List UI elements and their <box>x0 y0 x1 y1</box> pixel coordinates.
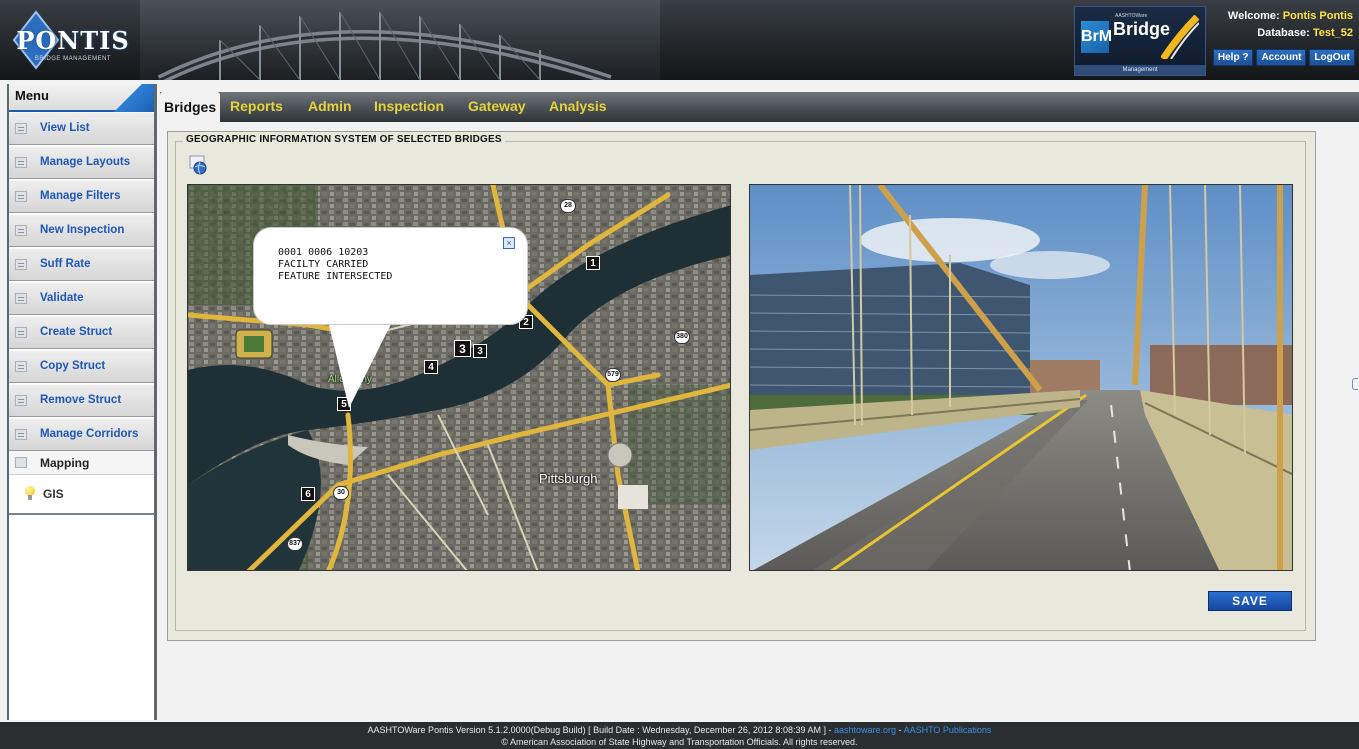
database-name: Test_52 <box>1312 27 1353 39</box>
gis-title: GEOGRAPHIC INFORMATION SYSTEM OF SELECTE… <box>183 134 505 145</box>
main-tab-bar: Bridges Reports Admin Inspection Gateway… <box>160 92 1359 122</box>
footer-separator: - <box>898 725 902 735</box>
menu-item-label: Copy Struct <box>40 360 106 372</box>
list-icon <box>15 123 27 134</box>
menu-item-validate[interactable]: Validate <box>9 282 154 315</box>
menu-item-label: View List <box>40 122 90 134</box>
document-icon <box>15 361 27 372</box>
bridge-photo-image <box>750 185 1292 570</box>
app-header: PONTIS BRIDGE MANAGEMENT BrM AASHTOWare … <box>0 0 1359 80</box>
menu-section-mapping[interactable]: Mapping <box>9 451 154 475</box>
footer-version-line: AASHTOWare Pontis Version 5.1.2.0000(Deb… <box>0 725 1359 735</box>
logo-wordmark: PONTIS <box>16 26 130 55</box>
lightbulb-icon <box>25 486 35 500</box>
document-icon <box>15 259 27 270</box>
menu-item-view-list[interactable]: View List <box>9 112 154 145</box>
menu-item-manage-filters[interactable]: Manage Filters <box>9 180 154 213</box>
menu-header: Menu <box>9 84 154 112</box>
aashtoware-link[interactable]: aashtoware.org <box>834 725 896 735</box>
save-button[interactable]: SAVE <box>1208 591 1292 611</box>
menu-item-label: Create Struct <box>40 326 113 338</box>
menu-item-label: New Inspection <box>40 224 125 236</box>
document-icon <box>15 395 27 406</box>
menu-item-label: Manage Layouts <box>40 156 131 168</box>
tab-inspection[interactable]: Inspection <box>374 98 444 114</box>
layout-icon <box>15 157 27 168</box>
menu-item-label: Manage Filters <box>40 190 121 202</box>
menu-item-gis[interactable]: GIS <box>9 475 154 515</box>
footer-version-text: AASHTOWare Pontis Version 5.1.2.0000(Deb… <box>367 725 832 735</box>
menu-item-label: Manage Corridors <box>40 428 139 440</box>
help-button[interactable]: Help ? <box>1212 49 1254 66</box>
tab-admin[interactable]: Admin <box>308 98 352 114</box>
management-label: Management <box>1075 65 1205 75</box>
footer: AASHTOWare Pontis Version 5.1.2.0000(Deb… <box>0 722 1359 749</box>
document-icon <box>15 225 27 236</box>
city-label: Pittsburgh <box>539 471 598 486</box>
footer-copyright: © American Association of State Highway … <box>501 737 858 747</box>
road-shield: 837 <box>287 537 303 551</box>
aashto-publications-link[interactable]: AASHTO Publications <box>904 725 992 735</box>
header-links: Help ? Account LogOut <box>1212 49 1355 66</box>
document-icon <box>15 293 27 304</box>
collapse-handle[interactable] <box>1352 378 1358 390</box>
road-shield: 30 <box>333 486 349 500</box>
document-icon <box>15 429 27 440</box>
callout-facility: FACILTY CARRIED <box>278 259 369 270</box>
menu-item-label: Remove Struct <box>40 394 122 406</box>
menu-item-label: GIS <box>43 487 64 501</box>
tab-reports[interactable]: Reports <box>230 98 283 114</box>
menu-item-manage-corridors[interactable]: Manage Corridors <box>9 418 154 451</box>
callout-structure-id: 0001 0006 10203 <box>278 247 369 258</box>
bridge-marker[interactable]: 3 <box>454 340 471 357</box>
bridge-marker[interactable]: 4 <box>424 360 438 374</box>
bridge-marker[interactable]: 6 <box>301 487 315 501</box>
menu-item-manage-layouts[interactable]: Manage Layouts <box>9 146 154 179</box>
menu-item-new-inspection[interactable]: New Inspection <box>9 214 154 247</box>
brm-bridge-badge: BrM AASHTOWare Bridge Management <box>1074 6 1206 76</box>
menu-item-create-struct[interactable]: Create Struct <box>9 316 154 349</box>
user-info: Welcome: Pontis Pontis Database: Test_52 <box>1228 8 1353 42</box>
account-button[interactable]: Account <box>1256 49 1307 66</box>
globe-icon[interactable] <box>189 155 209 175</box>
document-icon <box>15 327 27 338</box>
street-view-photo <box>749 184 1293 571</box>
menu-item-label: Validate <box>40 292 84 304</box>
menu-title: Menu <box>15 88 49 103</box>
tab-bridges[interactable]: Bridges <box>160 92 221 122</box>
callout-feature: FEATURE INTERSECTED <box>278 271 393 282</box>
database-label: Database: <box>1257 27 1310 39</box>
menu-section-label: Mapping <box>40 456 90 470</box>
bridge-marker[interactable]: 3 <box>473 344 487 358</box>
close-icon[interactable]: × <box>503 237 515 249</box>
menu-item-label: Suff Rate <box>40 258 91 270</box>
filter-icon <box>15 191 27 202</box>
logout-button[interactable]: LogOut <box>1309 49 1355 66</box>
brm-label: BrM <box>1081 21 1112 53</box>
pontis-logo: PONTIS BRIDGE MANAGEMENT <box>8 10 138 72</box>
bridge-marker[interactable]: 1 <box>586 256 600 270</box>
bridge-info-callout: 0001 0006 10203 FACILTY CARRIED FEATURE … <box>253 227 528 325</box>
bridge-banner-image <box>140 0 660 80</box>
logo-subtitle: BRIDGE MANAGEMENT <box>34 56 112 62</box>
road-swoosh-icon <box>1161 15 1199 59</box>
menu-header-accent <box>104 84 154 112</box>
menu-item-suff-rate[interactable]: Suff Rate <box>9 248 154 281</box>
welcome-user: Pontis Pontis <box>1282 10 1353 22</box>
road-shield: 380 <box>674 330 690 344</box>
welcome-label: Welcome: <box>1227 10 1280 22</box>
road-shield: 28 <box>560 199 576 213</box>
road-shield: 579 <box>605 368 621 382</box>
tab-analysis[interactable]: Analysis <box>549 98 607 114</box>
map-icon <box>15 457 27 468</box>
menu-item-copy-struct[interactable]: Copy Struct <box>9 350 154 383</box>
left-menu: Menu View List Manage Layouts Manage Fil… <box>7 84 157 720</box>
menu-item-remove-struct[interactable]: Remove Struct <box>9 384 154 417</box>
tab-gateway[interactable]: Gateway <box>468 98 526 114</box>
